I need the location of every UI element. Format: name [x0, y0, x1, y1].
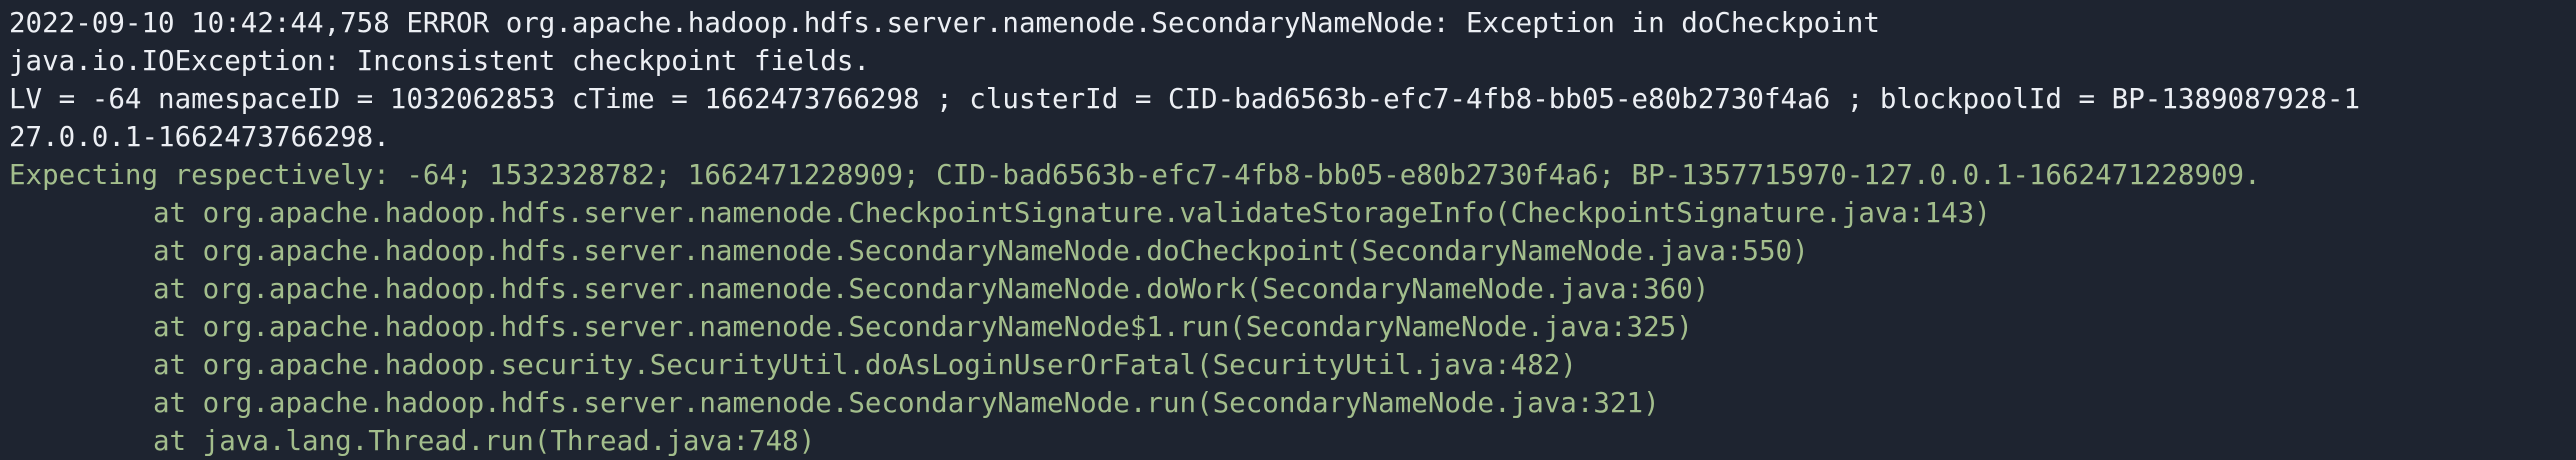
- stack-frame: at org.apache.hadoop.hdfs.server.namenod…: [9, 384, 2576, 422]
- stack-frame-location: (SecondaryNameNode.java:550): [1345, 235, 1809, 267]
- stack-frame: at java.lang.Thread.run(Thread.java:748): [9, 422, 2576, 460]
- checkpoint-details-line: LV = -64 namespaceID = 1032062853 cTime …: [9, 83, 2361, 115]
- stack-frame: at org.apache.hadoop.security.SecurityUt…: [9, 346, 2576, 384]
- stack-frame-at: at: [153, 235, 203, 267]
- stack-frame-location: (SecurityUtil.java:482): [1196, 349, 1577, 381]
- stack-frame-location: (Thread.java:748): [533, 425, 816, 457]
- expected-values-line: Expecting respectively: -64; 1532328782;…: [9, 159, 2261, 191]
- stack-frame-at: at: [153, 311, 203, 343]
- stack-frame: at org.apache.hadoop.hdfs.server.namenod…: [9, 194, 2576, 232]
- stack-frame-at: at: [153, 197, 203, 229]
- stack-frame: at org.apache.hadoop.hdfs.server.namenod…: [9, 308, 2576, 346]
- stack-frame-method: org.apache.hadoop.hdfs.server.namenode.S…: [202, 273, 1246, 305]
- stack-frame-at: at: [153, 349, 203, 381]
- stack-frame-location: (SecondaryNameNode.java:360): [1245, 273, 1710, 305]
- stack-frame-location: (SecondaryNameNode.java:321): [1196, 387, 1660, 419]
- stack-frame: at org.apache.hadoop.hdfs.server.namenod…: [9, 270, 2576, 308]
- stack-frame-method: org.apache.hadoop.hdfs.server.namenode.S…: [202, 387, 1197, 419]
- stack-frame-at: at: [153, 387, 203, 419]
- exception-message: java.io.IOException: Inconsistent checkp…: [9, 45, 870, 77]
- stack-frame-method: org.apache.hadoop.hdfs.server.namenode.S…: [202, 311, 1230, 343]
- stack-frame-method: java.lang.Thread.run: [202, 425, 534, 457]
- stack-frame-method: org.apache.hadoop.hdfs.server.namenode.C…: [202, 197, 1495, 229]
- stack-frame: at org.apache.hadoop.hdfs.server.namenod…: [9, 232, 2576, 270]
- stack-frame-location: (CheckpointSignature.java:143): [1494, 197, 1991, 229]
- log-error-header: 2022-09-10 10:42:44,758 ERROR org.apache…: [9, 7, 1880, 39]
- stack-frame-location: (SecondaryNameNode.java:325): [1229, 311, 1693, 343]
- stack-frame-at: at: [153, 273, 203, 305]
- terminal-output: 2022-09-10 10:42:44,758 ERROR org.apache…: [0, 0, 2576, 460]
- stack-frame-at: at: [153, 425, 203, 457]
- checkpoint-details-continuation: 27.0.0.1-1662473766298.: [9, 121, 390, 153]
- stack-frame-method: org.apache.hadoop.security.SecurityUtil.…: [202, 349, 1197, 381]
- stack-frame-method: org.apache.hadoop.hdfs.server.namenode.S…: [202, 235, 1346, 267]
